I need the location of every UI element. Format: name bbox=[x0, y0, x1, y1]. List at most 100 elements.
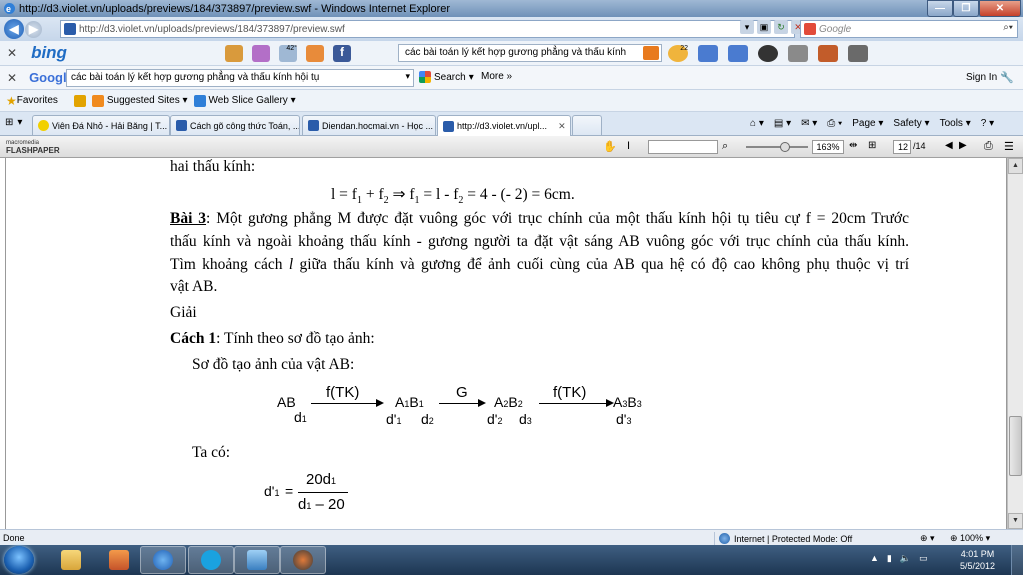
bing-search-button[interactable] bbox=[643, 46, 659, 60]
tab-violet-preview[interactable]: http://d3.violet.vn/upl... ✕ bbox=[437, 115, 571, 136]
print-icon[interactable]: ⎙ ▾ bbox=[827, 118, 842, 129]
vertical-scrollbar[interactable]: ▲ ▼ bbox=[1007, 158, 1023, 529]
close-toolbar-icon[interactable]: ✕ bbox=[7, 46, 17, 60]
help-icon[interactable]: ? ▾ bbox=[981, 118, 994, 129]
folder-icon bbox=[61, 550, 81, 570]
close-google-toolbar-icon[interactable]: ✕ bbox=[7, 71, 17, 85]
show-desktop-button[interactable] bbox=[1011, 545, 1023, 575]
like-icon[interactable] bbox=[698, 45, 718, 62]
text-select-icon[interactable]: I bbox=[627, 140, 630, 152]
document-viewport[interactable]: hai thấu kính: l = f1 + f2 ⇒ f1 = l - f2… bbox=[0, 158, 1023, 529]
tab-cach-go-cong-thuc[interactable]: Cách gõ công thức Toán, ... bbox=[170, 115, 300, 135]
url-field[interactable]: http://d3.violet.vn/uploads/previews/184… bbox=[60, 20, 795, 38]
prev-page-icon[interactable]: ◀ bbox=[945, 140, 953, 151]
web-slice-gallery-item[interactable]: Web Slice Gallery ▾ bbox=[193, 94, 296, 107]
app-taskbar-button[interactable] bbox=[280, 546, 326, 574]
weather-icon[interactable]: 42° bbox=[279, 45, 297, 62]
page-menu[interactable]: Page ▾ bbox=[852, 118, 883, 129]
scroll-down-icon[interactable]: ▼ bbox=[1008, 513, 1023, 529]
tray-expand-icon[interactable]: ▲ bbox=[870, 553, 879, 564]
start-button[interactable] bbox=[4, 546, 34, 574]
network-icon[interactable]: ▮ bbox=[887, 553, 892, 564]
feeds-icon[interactable]: ▤ ▾ bbox=[774, 118, 791, 129]
protected-mode-icon[interactable]: ⊕ ▾ bbox=[920, 533, 935, 544]
minimize-button[interactable]: — bbox=[927, 0, 953, 17]
entertainment-icon[interactable] bbox=[252, 45, 270, 62]
scheme-a3b3: A3B3 bbox=[613, 394, 642, 410]
hand-tool-icon[interactable]: ✋ bbox=[603, 140, 617, 153]
print-icon[interactable]: ⎙ bbox=[984, 140, 993, 153]
more-button[interactable]: More » bbox=[481, 71, 512, 82]
tab-favicon bbox=[38, 120, 49, 131]
mail-icon[interactable]: 22 bbox=[668, 45, 688, 62]
bing-search-input[interactable]: các bài toán lý kết hợp gương phẳng và t… bbox=[398, 44, 662, 62]
games-icon[interactable] bbox=[788, 45, 808, 62]
chat-icon[interactable] bbox=[728, 45, 748, 62]
scheme-arrowhead-1 bbox=[376, 399, 384, 407]
wrench-icon[interactable]: 🔧 bbox=[1000, 71, 1014, 84]
zoom-value[interactable]: 163% bbox=[812, 140, 844, 154]
next-page-icon[interactable]: ▶ bbox=[959, 140, 967, 151]
scrollbar-thumb[interactable] bbox=[1009, 416, 1022, 476]
paint-taskbar-button[interactable] bbox=[234, 546, 280, 574]
tools-menu[interactable]: Tools ▾ bbox=[940, 118, 971, 129]
maps-icon[interactable] bbox=[758, 45, 778, 62]
menu-icon[interactable]: ☰ bbox=[1004, 140, 1014, 153]
refresh-icon[interactable]: ↻ bbox=[774, 20, 788, 34]
security-zone[interactable]: Internet | Protected Mode: Off bbox=[714, 532, 852, 545]
explorer-taskbar-button[interactable] bbox=[48, 546, 94, 574]
quick-tabs-icon[interactable]: ⊞ bbox=[5, 117, 13, 128]
fit-width-icon[interactable]: ⇹ bbox=[849, 140, 857, 151]
mail-cmd-icon[interactable]: ✉ ▾ bbox=[801, 118, 817, 129]
search-input[interactable]: Google ⌕▾ bbox=[800, 20, 1018, 38]
favorites-button[interactable]: Favorites bbox=[17, 95, 58, 106]
zoom-slider[interactable] bbox=[746, 146, 808, 148]
forward-button[interactable]: ▶ bbox=[25, 20, 42, 38]
zoom-level[interactable]: ⊕ 100% ▾ bbox=[950, 533, 990, 544]
dropdown-icon[interactable]: ▾ bbox=[740, 20, 754, 34]
media-player-taskbar-button[interactable] bbox=[96, 546, 142, 574]
sign-in-link[interactable]: Sign In bbox=[966, 72, 997, 83]
page-edge-left bbox=[5, 158, 6, 529]
fit-page-icon[interactable]: ⊞ bbox=[868, 140, 876, 151]
chevron-down-icon[interactable]: ▾ bbox=[405, 71, 410, 82]
translate-icon[interactable] bbox=[818, 45, 838, 62]
news-icon[interactable] bbox=[225, 45, 243, 62]
page-number-input[interactable]: 12 bbox=[893, 140, 911, 154]
safety-menu[interactable]: Safety ▾ bbox=[893, 118, 929, 129]
settings-icon[interactable] bbox=[848, 45, 868, 62]
close-button[interactable]: ✕ bbox=[979, 0, 1021, 17]
suggested-sites-item[interactable]: Suggested Sites ▾ bbox=[91, 94, 188, 107]
tab-list-icon[interactable]: ▾ bbox=[17, 117, 22, 128]
google-search-button[interactable]: Search ▾ bbox=[419, 71, 474, 83]
title-bar: e http://d3.violet.vn/uploads/previews/1… bbox=[0, 0, 1023, 17]
system-tray: ▲ ▮ 🔈 ▭ bbox=[870, 553, 928, 564]
close-tab-icon[interactable]: ✕ bbox=[558, 121, 566, 132]
clock[interactable]: 4:01 PM 5/5/2012 bbox=[960, 548, 995, 572]
ie-taskbar-button[interactable] bbox=[140, 546, 186, 574]
tab-diendan-hocmai[interactable]: Diendan.hocmai.vn - Học ... bbox=[302, 115, 436, 135]
scroll-up-icon[interactable]: ▲ bbox=[1008, 158, 1023, 174]
volume-icon[interactable]: 🔈 bbox=[900, 553, 911, 564]
magnifier-icon[interactable]: ⌕▾ bbox=[1003, 22, 1013, 33]
new-tab-button[interactable] bbox=[572, 115, 602, 135]
display-icon[interactable]: ▭ bbox=[919, 553, 928, 564]
zoom-slider-handle[interactable] bbox=[780, 142, 790, 152]
facebook-icon[interactable]: f bbox=[333, 45, 351, 62]
suggested-sites-label: Suggested Sites ▾ bbox=[106, 95, 188, 106]
find-input[interactable] bbox=[648, 140, 718, 154]
back-button[interactable]: ◀ bbox=[4, 19, 24, 39]
rewards-icon[interactable] bbox=[306, 45, 324, 62]
home-icon[interactable]: ⌂ ▾ bbox=[750, 118, 764, 129]
tab-vien-da-nho[interactable]: Viên Đá Nhỏ - Hải Băng | T... bbox=[32, 115, 170, 135]
maximize-button[interactable]: ❐ bbox=[953, 0, 979, 17]
find-icon[interactable]: ⌕ bbox=[722, 140, 728, 153]
add-favorites-icon[interactable] bbox=[73, 94, 86, 107]
compat-view-icon[interactable]: ▣ bbox=[757, 20, 771, 34]
bing-logo[interactable]: bing bbox=[31, 43, 67, 63]
scheme-f-tk-1: f(TK) bbox=[326, 384, 360, 401]
flashpaper-toolbar: macromedia FLASHPAPER ✋ I ⌕ 163% ⇹ ⊞ 12 … bbox=[0, 136, 1023, 158]
google-search-input[interactable]: các bài toán lý kết hợp gương phẳng và t… bbox=[66, 69, 414, 87]
skype-taskbar-button[interactable] bbox=[188, 546, 234, 574]
favorites-star-icon[interactable]: ★ bbox=[6, 94, 17, 108]
